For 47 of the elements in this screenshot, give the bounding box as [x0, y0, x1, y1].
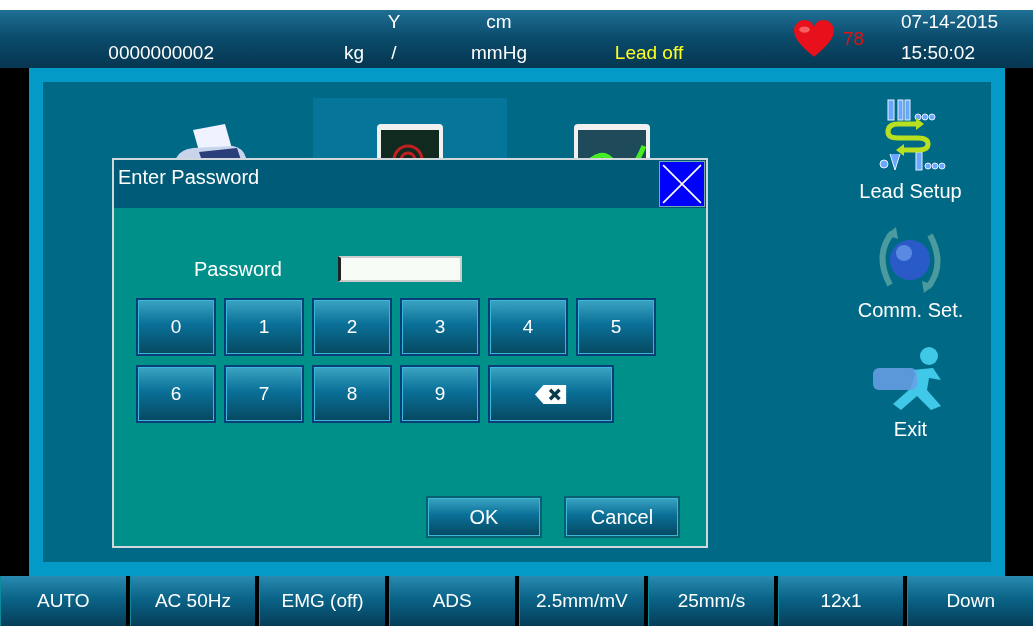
footer-button[interactable]: AUTO: [0, 576, 126, 626]
menu-tile[interactable]: [312, 98, 507, 158]
digit-button[interactable]: 2: [312, 298, 392, 356]
digit-button[interactable]: 5: [576, 298, 656, 356]
close-icon: [661, 163, 703, 205]
bp-unit: mmHg: [471, 42, 527, 64]
close-button[interactable]: [659, 161, 705, 207]
waveform-screen-icon: [571, 122, 652, 158]
digit-button[interactable]: 0: [136, 298, 216, 356]
backspace-button[interactable]: [488, 365, 614, 423]
time: 15:50:02: [901, 42, 975, 64]
date: 07-14-2015: [901, 11, 999, 33]
footer-button[interactable]: 12x1: [777, 576, 904, 626]
footer-button[interactable]: EMG (off): [259, 576, 385, 626]
lead-status: Lead off: [614, 42, 684, 64]
dialog-title: Enter Password: [117, 165, 260, 189]
height-unit: cm: [486, 11, 512, 33]
password-label: Password: [194, 257, 282, 281]
digit-button[interactable]: 8: [312, 365, 392, 423]
dialog-button[interactable]: OK: [426, 496, 542, 538]
footer-button[interactable]: 2.5mm/mV: [518, 576, 645, 626]
menu-item[interactable]: Lead Setup: [859, 96, 962, 203]
dialog-button[interactable]: Cancel: [564, 496, 680, 538]
digit-button[interactable]: 3: [400, 298, 480, 356]
footer-button[interactable]: 25mm/s: [648, 576, 774, 626]
footer-button[interactable]: Down: [907, 576, 1033, 626]
password-field[interactable]: [337, 256, 462, 282]
footer-button[interactable]: ADS: [388, 576, 515, 626]
monitor-icon: [374, 122, 445, 158]
menu-label: Lead Setup: [859, 180, 962, 203]
menu-label: Comm. Set.: [857, 299, 964, 322]
digit-button[interactable]: 6: [136, 365, 216, 423]
digit-button[interactable]: 1: [224, 298, 304, 356]
footer-button[interactable]: AC 50Hz: [129, 576, 256, 626]
heart-icon: [793, 20, 835, 58]
digit-button[interactable]: 4: [488, 298, 568, 356]
menu-item[interactable]: Comm. Set.: [857, 225, 964, 322]
digit-button[interactable]: 9: [400, 365, 480, 423]
backspace-icon: [534, 383, 568, 405]
age-unit: Y: [387, 11, 401, 33]
weight-unit: kg: [343, 42, 364, 64]
digit-button[interactable]: 7: [224, 365, 304, 423]
patient-id: 0000000002: [108, 42, 214, 64]
heart-rate: 78: [843, 28, 865, 50]
menu-label: Exit: [893, 418, 928, 441]
menu-item[interactable]: Exit: [870, 344, 951, 441]
bp-separator: /: [391, 42, 397, 64]
